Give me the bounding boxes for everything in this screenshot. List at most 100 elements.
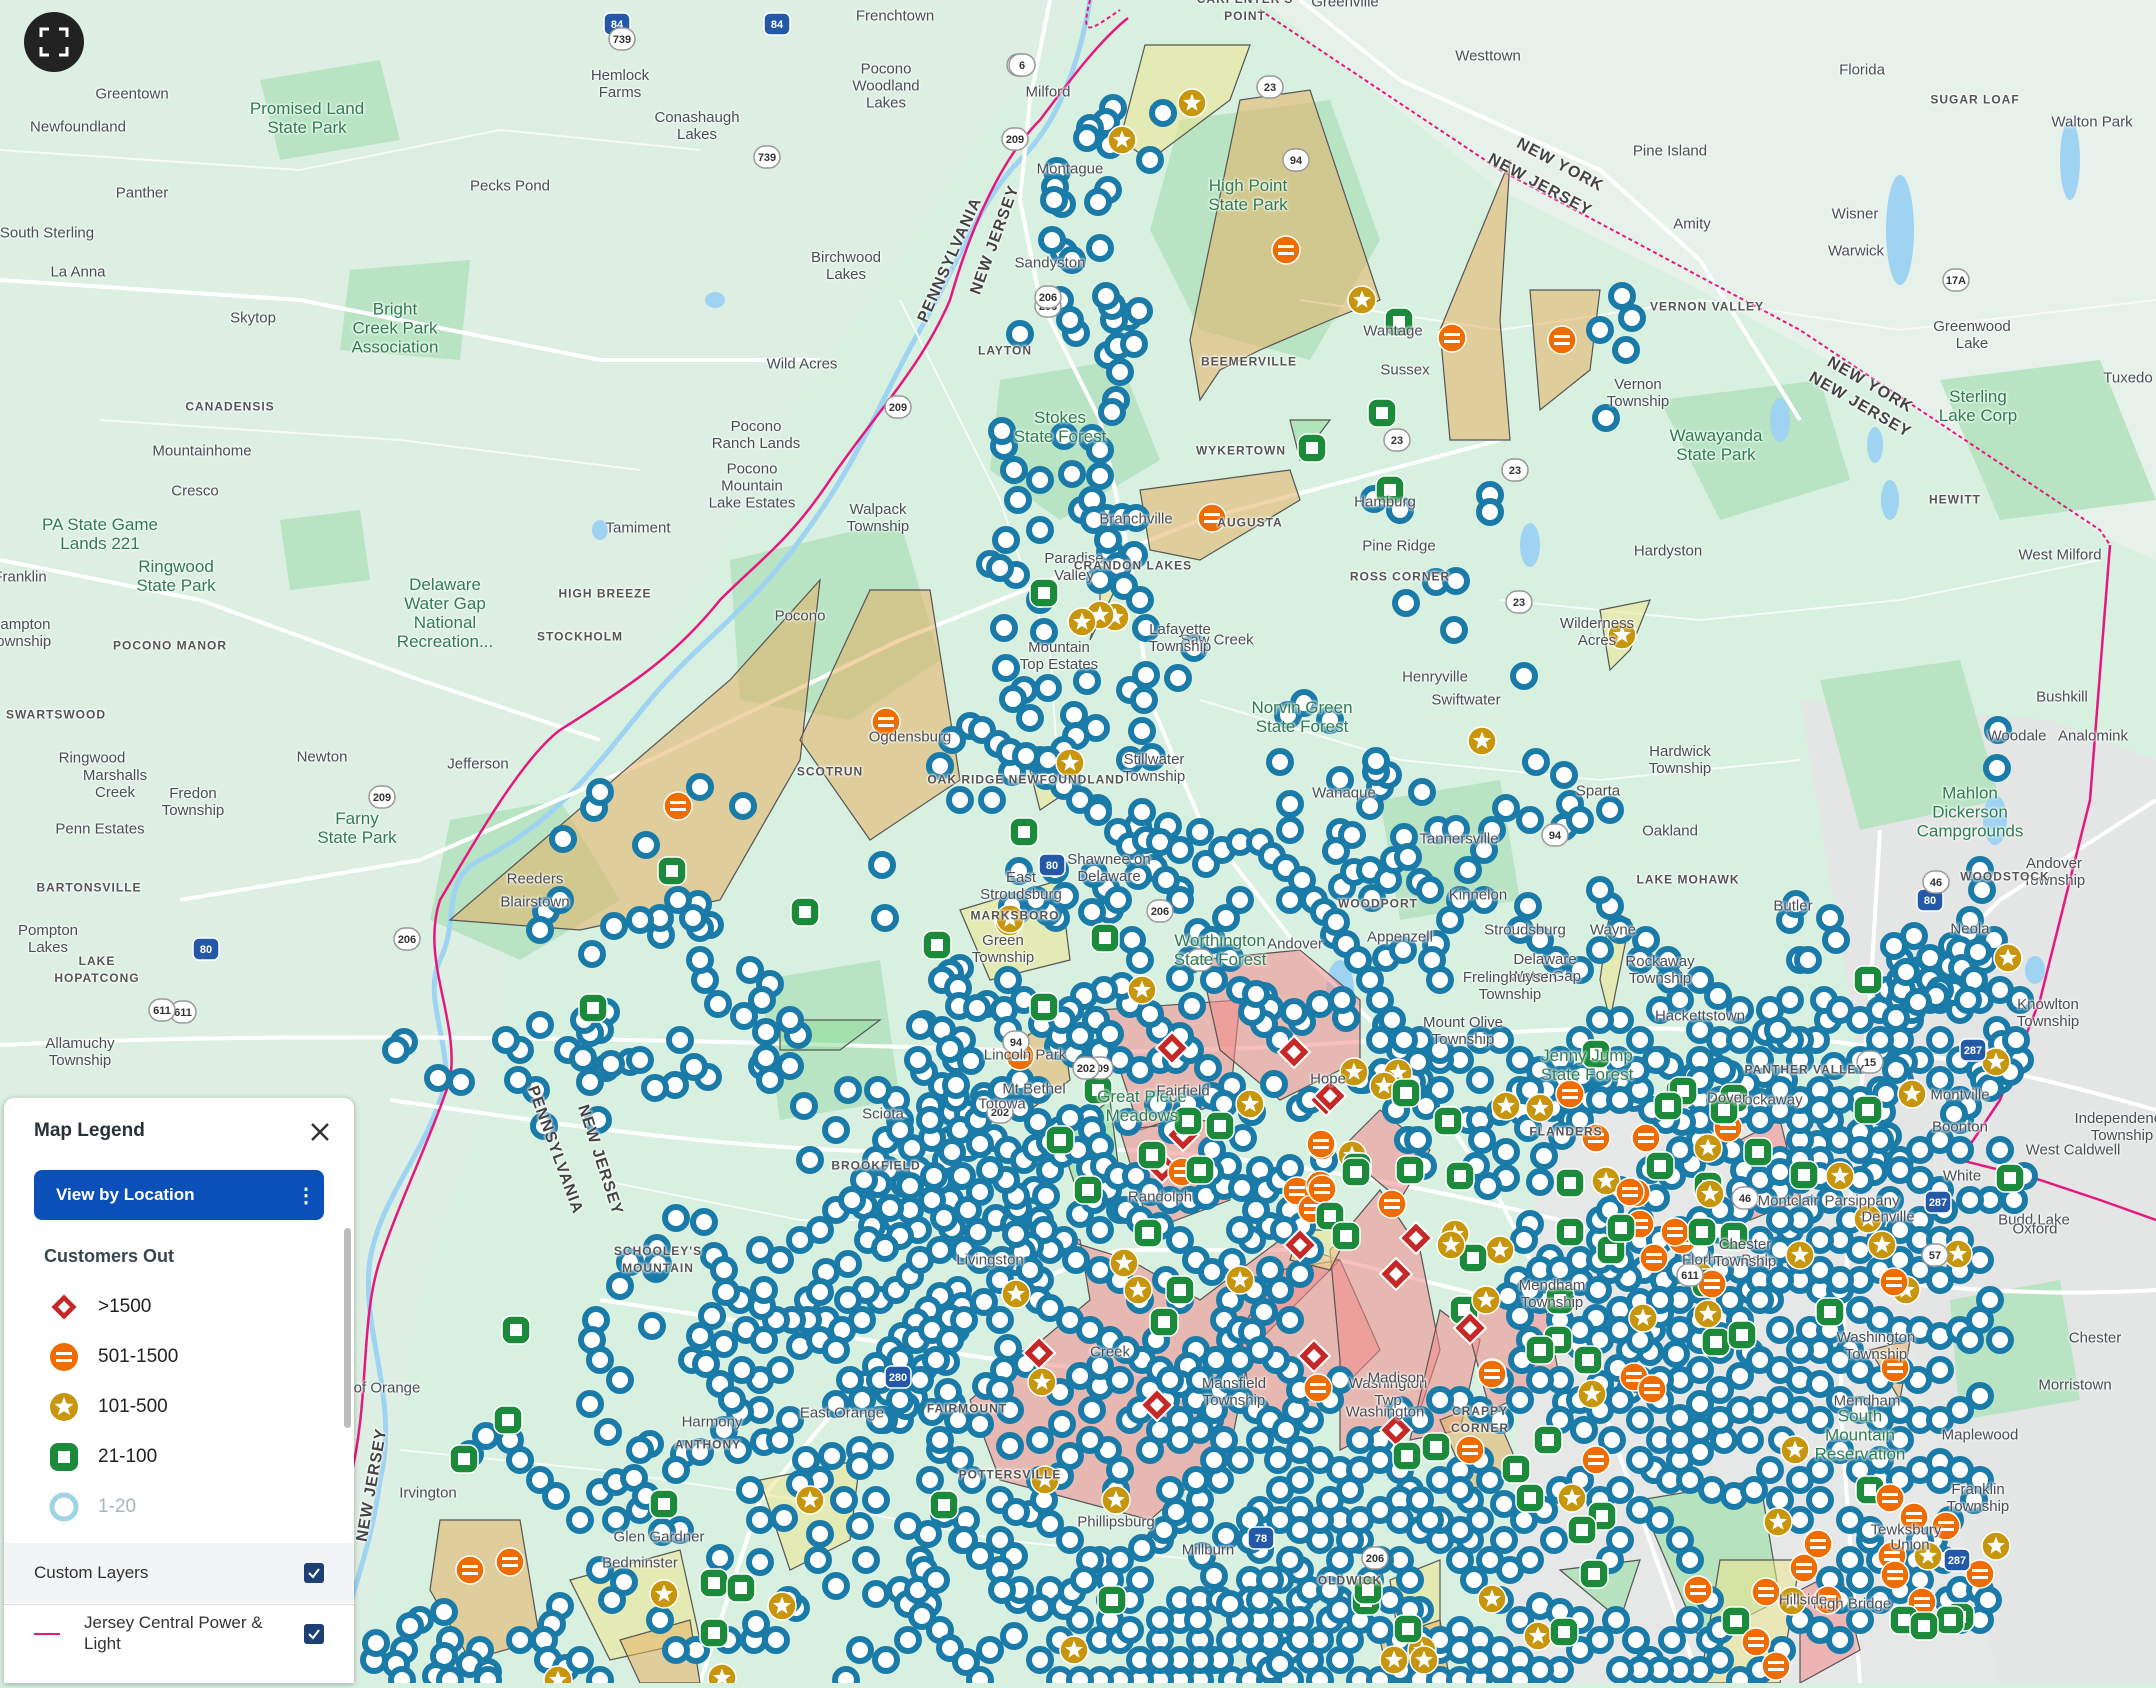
marker-1-20[interactable] <box>1596 796 1624 824</box>
marker-1-20[interactable] <box>750 1276 778 1304</box>
marker-21-100[interactable] <box>790 897 820 927</box>
marker-1-20[interactable] <box>1900 922 1928 950</box>
marker-1-20[interactable] <box>594 1418 622 1446</box>
marker-21-100[interactable] <box>1853 965 1883 995</box>
marker-1-20[interactable] <box>986 554 1014 582</box>
marker-1-20[interactable] <box>664 886 692 914</box>
marker-1-20[interactable] <box>638 1312 666 1340</box>
marker-1-20[interactable] <box>576 1390 604 1418</box>
marker-1-20[interactable] <box>906 1366 934 1394</box>
marker-1-20[interactable] <box>1392 589 1420 617</box>
marker-21-100[interactable] <box>1501 1454 1531 1484</box>
marker-21-100[interactable] <box>699 1618 729 1648</box>
marker-501-1500[interactable] <box>1660 1217 1690 1247</box>
marker-501-1500[interactable] <box>1437 323 1467 353</box>
marker-101-500[interactable] <box>1067 607 1097 637</box>
marker-1-20[interactable] <box>1146 1416 1174 1444</box>
marker-1-20[interactable] <box>1658 1626 1686 1654</box>
marker-1-20[interactable] <box>1026 1594 1054 1622</box>
marker-501-1500[interactable] <box>1306 1129 1336 1159</box>
marker-1-20[interactable] <box>1092 282 1120 310</box>
marker-21-100[interactable] <box>1331 1221 1361 1251</box>
marker-1-20[interactable] <box>686 773 714 801</box>
marker-101-500[interactable] <box>1867 1230 1897 1260</box>
marker-1-20[interactable] <box>1736 1426 1764 1454</box>
marker-1-20[interactable] <box>1260 1070 1288 1098</box>
marker-1-20[interactable] <box>1058 460 1086 488</box>
marker-1-20[interactable] <box>1026 1646 1054 1674</box>
marker-1-20[interactable] <box>1000 456 1028 484</box>
marker-101-500[interactable] <box>1981 1531 2011 1561</box>
marker-1-20[interactable] <box>1476 498 1504 526</box>
marker-1-20[interactable] <box>770 1504 798 1532</box>
marker-1-20[interactable] <box>1194 1054 1222 1082</box>
marker-101-500[interactable] <box>1436 1230 1466 1260</box>
marker-1-20[interactable] <box>1954 986 1982 1014</box>
marker-1-20[interactable] <box>1034 674 1062 702</box>
marker-1-20[interactable] <box>804 1546 832 1574</box>
marker-1-20[interactable] <box>1276 1546 1304 1574</box>
marker-1-20[interactable] <box>1276 1154 1304 1182</box>
marker-1-20[interactable] <box>886 1386 914 1414</box>
marker-21-100[interactable] <box>1297 433 1327 463</box>
marker-21-100[interactable] <box>1421 1432 1451 1462</box>
marker-1-20[interactable] <box>362 1629 390 1657</box>
marker-101-500[interactable] <box>1485 1235 1515 1265</box>
marker-1-20[interactable] <box>834 1076 862 1104</box>
marker-1-20[interactable] <box>1490 1490 1518 1518</box>
marker-1-20[interactable] <box>996 1432 1024 1460</box>
marker-21-100[interactable] <box>1653 1091 1683 1121</box>
marker-1-20[interactable] <box>1128 798 1156 826</box>
marker-1-20[interactable] <box>1346 1426 1374 1454</box>
marker-101-500[interactable] <box>1785 1240 1815 1270</box>
marker-501-1500[interactable] <box>1789 1553 1819 1583</box>
marker-1-20[interactable] <box>710 1330 738 1358</box>
marker-501-1500[interactable] <box>1803 1529 1833 1559</box>
marker-1-20[interactable] <box>1242 1196 1270 1224</box>
marker-1-20[interactable] <box>1526 1366 1554 1394</box>
marker-1-20[interactable] <box>1086 462 1114 490</box>
marker-1-20[interactable] <box>1264 1446 1292 1474</box>
marker-21-100[interactable] <box>922 930 952 960</box>
marker-1-20[interactable] <box>790 1092 818 1120</box>
marker-21-100[interactable] <box>1687 1217 1717 1247</box>
marker-101-500[interactable] <box>1763 1507 1793 1537</box>
marker-501-1500[interactable] <box>1555 1079 1585 1109</box>
marker-1-20[interactable] <box>1166 964 1194 992</box>
marker-1-20[interactable] <box>1746 1286 1774 1314</box>
marker-1-20[interactable] <box>752 1044 780 1072</box>
marker-1-20[interactable] <box>746 1506 774 1534</box>
marker-1-20[interactable] <box>1056 306 1084 334</box>
marker-21-100[interactable] <box>1567 1515 1597 1545</box>
marker-501-1500[interactable] <box>1875 1483 1905 1513</box>
marker-1-20[interactable] <box>920 1162 948 1190</box>
marker-101-500[interactable] <box>1235 1089 1265 1119</box>
marker-1-20[interactable] <box>986 1376 1014 1404</box>
marker-1-20[interactable] <box>1128 717 1156 745</box>
marker-1-20[interactable] <box>1229 1124 1257 1152</box>
marker-1-20[interactable] <box>871 904 899 932</box>
marker-1-20[interactable] <box>1226 1446 1254 1474</box>
marker-1-20[interactable] <box>986 1526 1014 1554</box>
marker-1-20[interactable] <box>686 1322 714 1350</box>
marker-1-20[interactable] <box>894 1512 922 1540</box>
marker-1-20[interactable] <box>1086 234 1114 262</box>
marker-1-20[interactable] <box>1404 1126 1432 1154</box>
marker-1-20[interactable] <box>1626 1446 1654 1474</box>
marker-1-20[interactable] <box>662 1204 690 1232</box>
marker-101-500[interactable] <box>1379 1645 1409 1675</box>
marker-21-100[interactable] <box>1090 923 1120 953</box>
marker-101-500[interactable] <box>1780 1435 1810 1465</box>
marker-1-20[interactable] <box>1200 966 1228 994</box>
marker-1-20[interactable] <box>1338 821 1366 849</box>
marker-1-20[interactable] <box>1746 1106 1774 1134</box>
marker-1-20[interactable] <box>830 1486 858 1514</box>
marker-101-500[interactable] <box>1001 1279 1031 1309</box>
marker-1-20[interactable] <box>1322 908 1350 936</box>
marker-21-100[interactable] <box>649 1489 679 1519</box>
marker-1-20[interactable] <box>1156 1476 1184 1504</box>
marker-1-20[interactable] <box>822 1336 850 1364</box>
marker-1-20[interactable] <box>946 786 974 814</box>
marker-21-100[interactable] <box>1137 1140 1167 1170</box>
marker-1-20[interactable] <box>569 1044 597 1072</box>
